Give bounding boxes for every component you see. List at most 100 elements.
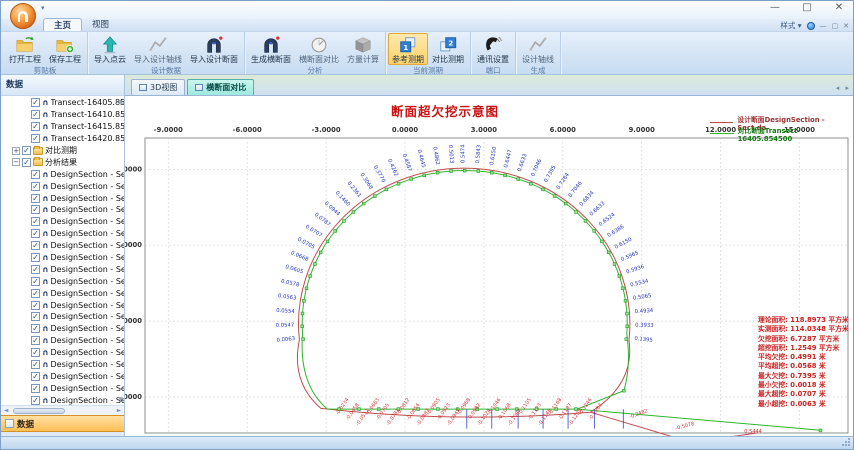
tree-item[interactable]: ✓∩DesignSection - Sect (1, 299, 124, 311)
tree-item[interactable]: ✓∩DesignSection - Sect (1, 240, 124, 252)
ribbon-button-compass[interactable]: 横断面对比 (295, 33, 343, 65)
ribbon-tab-0[interactable]: 主页 (43, 18, 82, 31)
tree-expander-icon[interactable]: − (12, 158, 20, 166)
tree-checkbox[interactable]: ✓ (31, 336, 40, 345)
tree-checkbox[interactable]: ✓ (31, 301, 40, 310)
tree-checkbox[interactable]: ✓ (31, 277, 40, 286)
tree-checkbox[interactable]: ✓ (22, 158, 31, 167)
tree-checkbox[interactable]: ✓ (31, 360, 40, 369)
tree-checkbox[interactable]: ✓ (31, 289, 40, 298)
svg-text:-0.2482: -0.2482 (629, 408, 649, 420)
doc-close-icon[interactable]: ✕ (843, 22, 849, 30)
doc-tab-1[interactable]: 横断面对比 (187, 79, 254, 95)
ribbon-tab-1[interactable]: 视图 (82, 18, 119, 31)
tree-checkbox[interactable]: ✓ (22, 146, 31, 155)
ribbon-button-period-2[interactable]: 2对比测期 (428, 33, 468, 65)
tree-item[interactable]: ✓∩DesignSection - Sect (1, 370, 124, 382)
maximize-button[interactable]: □ (799, 2, 815, 13)
tree-checkbox[interactable]: ✓ (31, 98, 40, 107)
scroll-down-icon[interactable]: ▼ (118, 396, 123, 403)
tree-checkbox[interactable]: ✓ (31, 122, 40, 131)
scroll-up-icon[interactable]: ▲ (118, 98, 123, 105)
tree-item[interactable]: ✓∩DesignSection - Sect (1, 287, 124, 299)
tree-checkbox[interactable]: ✓ (31, 348, 40, 357)
tree-item[interactable]: ✓∩Transect-16415.85 (1, 121, 124, 133)
scrollbar-thumb[interactable] (13, 408, 65, 414)
ribbon-button-import-pointcloud[interactable]: 导入点云 (90, 33, 130, 65)
tree-checkbox[interactable]: ✓ (31, 396, 40, 405)
svg-text:0.0063: 0.0063 (276, 336, 295, 344)
svg-text:0.5444: 0.5444 (744, 429, 762, 435)
tree-item[interactable]: ✓∩DesignSection - Sect (1, 382, 124, 394)
tree-item[interactable]: −✓分析结果 (1, 156, 124, 168)
ribbon-button-phone[interactable]: 通讯设置 (473, 33, 513, 65)
scroll-left-icon[interactable]: ◄ (1, 407, 11, 414)
tree-checkbox[interactable]: ✓ (31, 312, 40, 321)
ribbon-button-polyline[interactable]: 设计轴线 (518, 33, 558, 65)
tree-item[interactable]: ✓∩DesignSection - Sect (1, 204, 124, 216)
open-project-icon (15, 35, 35, 55)
tree-checkbox[interactable]: ✓ (31, 241, 40, 250)
tree-item[interactable]: ✓∩DesignSection - Sect (1, 359, 124, 371)
svg-text:0.0787: 0.0787 (313, 212, 331, 228)
data-panel-tab[interactable]: 数据 (1, 415, 124, 432)
app-logo-icon[interactable] (10, 3, 36, 29)
ribbon-button-open-project[interactable]: 打开工程 (5, 33, 45, 65)
tree-checkbox[interactable]: ✓ (31, 253, 40, 262)
tree-item-label: DesignSection - Sect (51, 241, 125, 250)
tree-item[interactable]: ✓∩DesignSection - Sect (1, 275, 124, 287)
scroll-right-icon[interactable]: ► (114, 407, 124, 414)
ribbon-button-polyline[interactable]: 导入设计轴线 (130, 33, 186, 65)
ribbon-button-cube[interactable]: 方量计算 (343, 33, 383, 65)
ribbon-button-save-project[interactable]: 保存工程 (45, 33, 85, 65)
svg-text:-0.5078: -0.5078 (675, 421, 695, 432)
tree-checkbox[interactable]: ✓ (31, 265, 40, 274)
tree-checkbox[interactable]: ✓ (31, 134, 40, 143)
minimize-button[interactable]: — (767, 2, 783, 13)
tree-item[interactable]: ✓∩DesignSection - Sect (1, 192, 124, 204)
tree-item[interactable]: ✓∩DesignSection - Sect (1, 394, 124, 405)
ribbon-button-period-1[interactable]: 1参考测期 (388, 33, 428, 65)
tree-item[interactable]: ✓∩DesignSection - Sect (1, 216, 124, 228)
tree-checkbox[interactable]: ✓ (31, 205, 40, 214)
ribbon-button-tunnel[interactable]: 导入设计断面 (186, 33, 242, 65)
tree-item[interactable]: ✓∩Transect-16420.85 (1, 133, 124, 145)
tree-item[interactable]: ✓∩DesignSection - Sect (1, 180, 124, 192)
tree-item[interactable]: ✓∩DesignSection - Sect (1, 323, 124, 335)
tree-item[interactable]: ✓∩DesignSection - Sect (1, 228, 124, 240)
tree-item[interactable]: ✓∩DesignSection - Sect (1, 335, 124, 347)
section-icon: ∩ (42, 372, 49, 381)
close-button[interactable]: ✕ (831, 2, 847, 13)
tree-item[interactable]: ✓∩DesignSection - Sect (1, 347, 124, 359)
tree-item[interactable]: ✓∩Transect-16410.85 (1, 109, 124, 121)
tree-item[interactable]: ✓∩DesignSection - Sect (1, 252, 124, 264)
doc-tab-0[interactable]: 3D视图 (131, 79, 185, 95)
tree-item[interactable]: ✓∩DesignSection - Sect (1, 311, 124, 323)
tree-item[interactable]: +✓对比测期 (1, 145, 124, 157)
style-button[interactable]: 样式 ▾ (780, 20, 801, 31)
tunnel-icon (261, 35, 281, 55)
tree-item[interactable]: ✓∩DesignSection - Sect (1, 263, 124, 275)
quick-access-caret-icon[interactable]: ▾ (41, 4, 45, 12)
tree-expander-icon[interactable]: + (12, 147, 20, 155)
tree-checkbox[interactable]: ✓ (31, 229, 40, 238)
ribbon-button-tunnel[interactable]: 生成横断面 (247, 33, 295, 65)
tree-checkbox[interactable]: ✓ (31, 217, 40, 226)
tree-checkbox[interactable]: ✓ (31, 384, 40, 393)
help-icon[interactable] (807, 22, 815, 30)
svg-text:0.7046: 0.7046 (567, 180, 584, 199)
tree-checkbox[interactable]: ✓ (31, 324, 40, 333)
svg-text:0.6834: 0.6834 (578, 190, 595, 208)
tree-checkbox[interactable]: ✓ (31, 372, 40, 381)
tree-checkbox[interactable]: ✓ (31, 194, 40, 203)
tree-item[interactable]: ✓∩DesignSection - Sect (1, 168, 124, 180)
doc-restore-icon[interactable]: ▢ (832, 22, 839, 30)
tree-checkbox[interactable]: ✓ (31, 110, 40, 119)
resize-grip[interactable] (841, 437, 851, 447)
horizontal-scrollbar[interactable]: ◄ ► (1, 405, 124, 415)
tab-scroll-arrows[interactable]: ◂ ▸ (836, 84, 851, 92)
tree-checkbox[interactable]: ✓ (31, 182, 40, 191)
doc-minimize-icon[interactable]: — (820, 22, 827, 30)
tree-checkbox[interactable]: ✓ (31, 170, 40, 179)
tree-item[interactable]: ✓∩Transect-16405.85 (1, 97, 124, 109)
